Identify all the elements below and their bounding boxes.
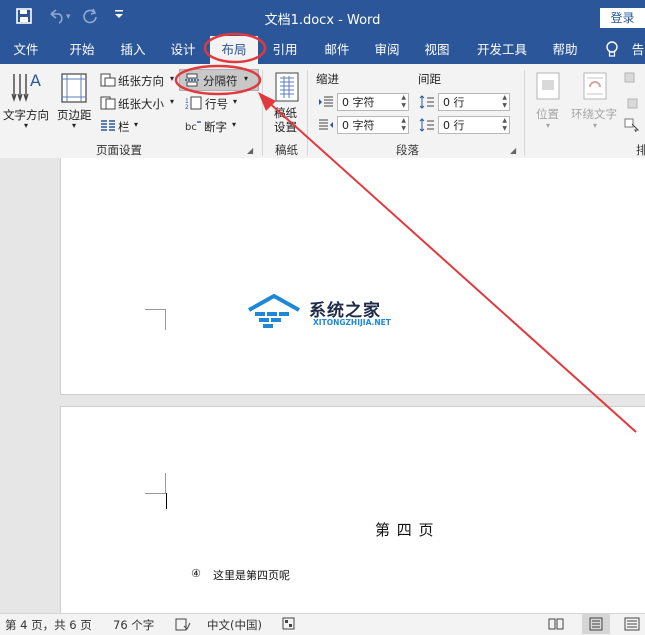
highlight-ring-layout-tab: [203, 32, 267, 64]
highlight-ring-breaks: [174, 64, 262, 96]
annotation-arrow-line: [265, 99, 637, 433]
annotation-arrow-head: [258, 92, 276, 111]
annotation-overlay: [174, 32, 637, 433]
